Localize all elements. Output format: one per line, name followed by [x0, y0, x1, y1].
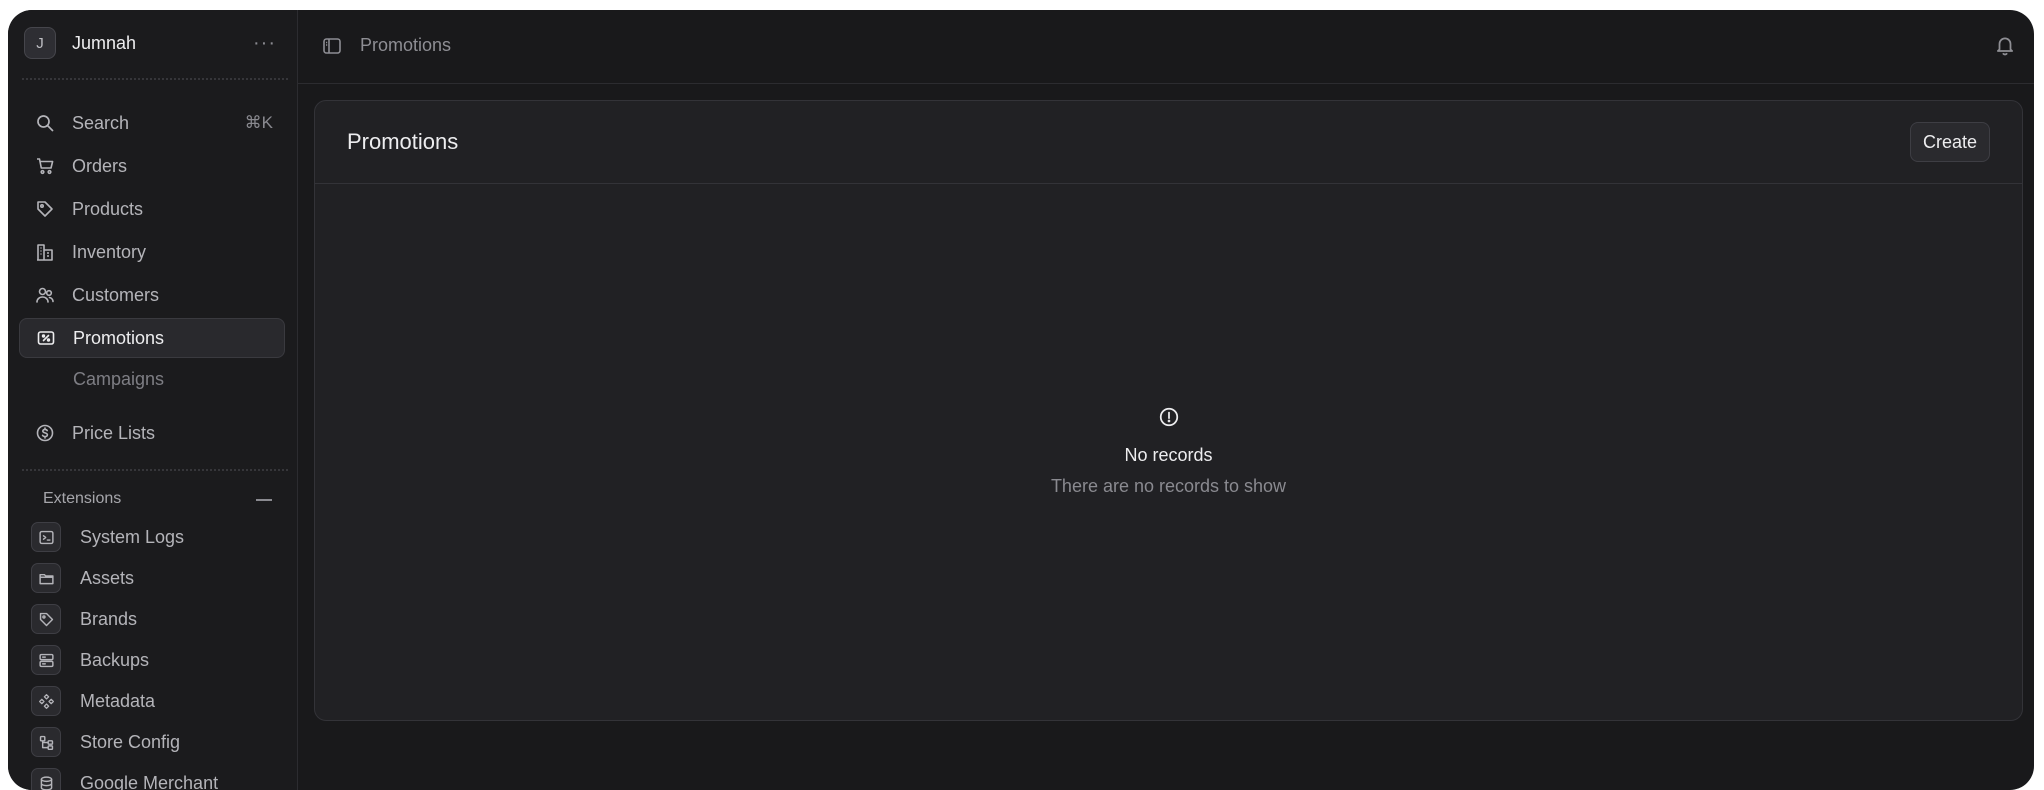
sidebar-item-inventory[interactable]: Inventory	[19, 232, 285, 272]
create-button[interactable]: Create	[1910, 122, 1990, 162]
sidebar-item-label: Orders	[72, 156, 127, 177]
exclamation-circle-icon	[1158, 406, 1180, 428]
sidebar-item-label: Search	[72, 113, 129, 134]
extension-item-label: Store Config	[80, 732, 180, 753]
sidebar-toggle-icon[interactable]	[322, 36, 342, 56]
extension-item-label: Google Merchant	[80, 773, 218, 790]
sidebar-subitem-campaigns[interactable]: Campaigns	[73, 369, 164, 390]
building-icon	[34, 241, 56, 263]
promotions-card: Promotions Create No records There are n…	[314, 100, 2023, 721]
sidebar-item-price-lists[interactable]: Price Lists	[19, 413, 285, 453]
sidebar: J Jumnah ··· Search ⌘K Orders Products	[8, 10, 298, 790]
extensions-heading: Extensions	[43, 490, 121, 508]
main-content: Promotions Promotions Create No records …	[298, 10, 2034, 790]
server-icon	[31, 645, 61, 675]
search-icon	[34, 112, 56, 134]
sidebar-item-search[interactable]: Search ⌘K	[19, 103, 285, 143]
extension-item-label: Backups	[80, 650, 149, 671]
users-icon	[34, 284, 56, 306]
sidebar-item-label: Customers	[72, 285, 159, 306]
tree-icon	[31, 727, 61, 757]
extension-item-label: Metadata	[80, 691, 155, 712]
sidebar-item-promotions[interactable]: Promotions	[19, 318, 285, 358]
extension-item-backups[interactable]: Backups	[23, 643, 289, 677]
terminal-icon	[31, 522, 61, 552]
store-avatar: J	[24, 27, 56, 59]
store-menu-icon[interactable]: ···	[253, 32, 276, 55]
sidebar-item-products[interactable]: Products	[19, 189, 285, 229]
cart-icon	[34, 155, 56, 177]
sidebar-item-customers[interactable]: Customers	[19, 275, 285, 315]
collapse-extensions-icon[interactable]	[256, 499, 272, 501]
tag-icon	[31, 604, 61, 634]
sidebar-item-label: Products	[72, 199, 143, 220]
topbar: Promotions	[298, 10, 2034, 84]
sidebar-item-label: Promotions	[73, 328, 164, 349]
page-title: Promotions	[347, 129, 458, 155]
extension-item-label: Brands	[80, 609, 137, 630]
store-name: Jumnah	[72, 33, 136, 54]
extension-item-metadata[interactable]: Metadata	[23, 684, 289, 718]
extension-item-label: Assets	[80, 568, 134, 589]
sidebar-item-label: Inventory	[72, 242, 146, 263]
database-icon	[31, 768, 61, 790]
extension-item-google-merchant[interactable]: Google Merchant	[23, 766, 289, 790]
sidebar-divider	[22, 469, 288, 471]
store-switcher[interactable]: J Jumnah ···	[22, 26, 288, 60]
currency-dollar-icon	[34, 422, 56, 444]
sidebar-item-orders[interactable]: Orders	[19, 146, 285, 186]
card-header: Promotions Create	[315, 101, 2022, 184]
component-icon	[31, 686, 61, 716]
bell-icon[interactable]	[1994, 34, 2016, 56]
search-shortcut: ⌘K	[245, 113, 273, 133]
extension-item-system-logs[interactable]: System Logs	[23, 520, 289, 554]
sidebar-divider	[22, 78, 288, 80]
extension-item-store-config[interactable]: Store Config	[23, 725, 289, 759]
extension-item-assets[interactable]: Assets	[23, 561, 289, 595]
empty-state: No records There are no records to show	[315, 406, 2022, 497]
extension-item-brands[interactable]: Brands	[23, 602, 289, 636]
app-window: J Jumnah ··· Search ⌘K Orders Products	[8, 10, 2034, 790]
receipt-percent-icon	[35, 327, 57, 349]
breadcrumb[interactable]: Promotions	[360, 35, 451, 56]
empty-state-title: No records	[315, 445, 2022, 466]
extension-item-label: System Logs	[80, 527, 184, 548]
folder-icon	[31, 563, 61, 593]
empty-state-subtitle: There are no records to show	[315, 476, 2022, 497]
tag-icon	[34, 198, 56, 220]
sidebar-item-label: Price Lists	[72, 423, 155, 444]
